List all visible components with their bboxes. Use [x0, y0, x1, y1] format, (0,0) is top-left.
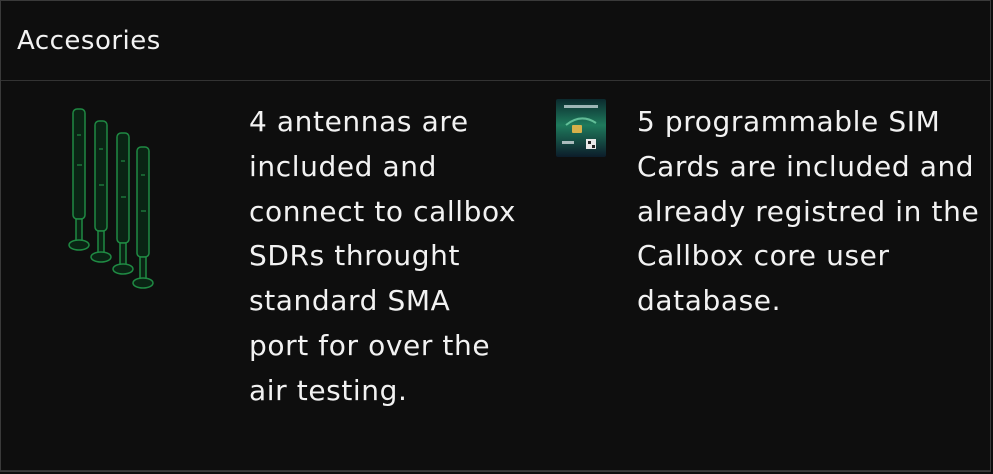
- sim-description: 5 programmable SIM Cards are included an…: [637, 105, 980, 318]
- sim-card-icon: [556, 99, 606, 157]
- panel-title: Accesories: [17, 25, 161, 56]
- antenna-description: 4 antennas are included and connect to c…: [249, 105, 517, 407]
- accessories-panel: Accesories 4 antennas are included and c…: [0, 0, 991, 472]
- antenna-set-icon: [68, 108, 154, 289]
- accessories-list: 4 antennas are included and connect to c…: [1, 81, 990, 472]
- bottom-divider: [1, 470, 990, 471]
- panel-header: Accesories: [1, 1, 990, 81]
